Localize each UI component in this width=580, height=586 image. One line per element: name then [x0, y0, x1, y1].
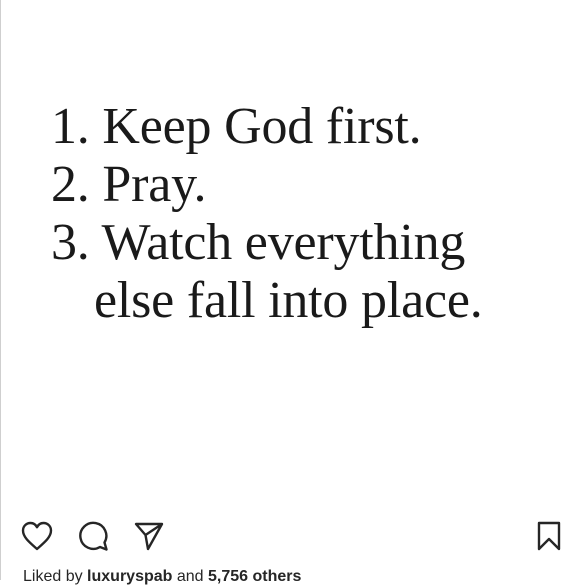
quote-text-continuation: else fall into place. — [94, 272, 483, 329]
comment-button[interactable] — [75, 518, 111, 554]
action-bar — [1, 518, 580, 558]
like-button[interactable] — [19, 518, 55, 554]
quote-list: 1. Keep God first. 2. Pray. 3. Watch eve… — [51, 98, 483, 330]
share-button[interactable] — [131, 518, 167, 554]
liker-username-link[interactable]: luxuryspab — [87, 568, 172, 585]
save-button[interactable] — [531, 518, 567, 554]
quote-item: 1. Keep God first. — [51, 98, 483, 156]
quote-text: Pray. — [102, 156, 207, 213]
likes-count-link[interactable]: 5,756 others — [208, 568, 301, 585]
quote-item: 2. Pray. — [51, 156, 483, 214]
quote-number: 3. — [51, 214, 90, 271]
paper-plane-icon — [134, 522, 164, 551]
quote-text: Keep God first. — [102, 98, 422, 155]
quote-text: Watch everything — [101, 214, 466, 271]
quote-number: 1. — [51, 98, 90, 155]
speech-bubble-icon — [79, 521, 108, 551]
instagram-post: 1. Keep God first. 2. Pray. 3. Watch eve… — [0, 0, 580, 585]
likes-summary: Liked by luxuryspab and 5,756 others — [23, 568, 301, 586]
heart-outline-icon — [21, 521, 53, 551]
likes-conjunction: and — [176, 568, 204, 585]
quote-number: 2. — [51, 156, 90, 213]
likes-prefix: Liked by — [23, 568, 83, 585]
bookmark-outline-icon — [537, 521, 561, 551]
post-image[interactable]: 1. Keep God first. 2. Pray. 3. Watch eve… — [1, 0, 580, 505]
quote-item: 3. Watch everything else fall into place… — [51, 214, 483, 330]
